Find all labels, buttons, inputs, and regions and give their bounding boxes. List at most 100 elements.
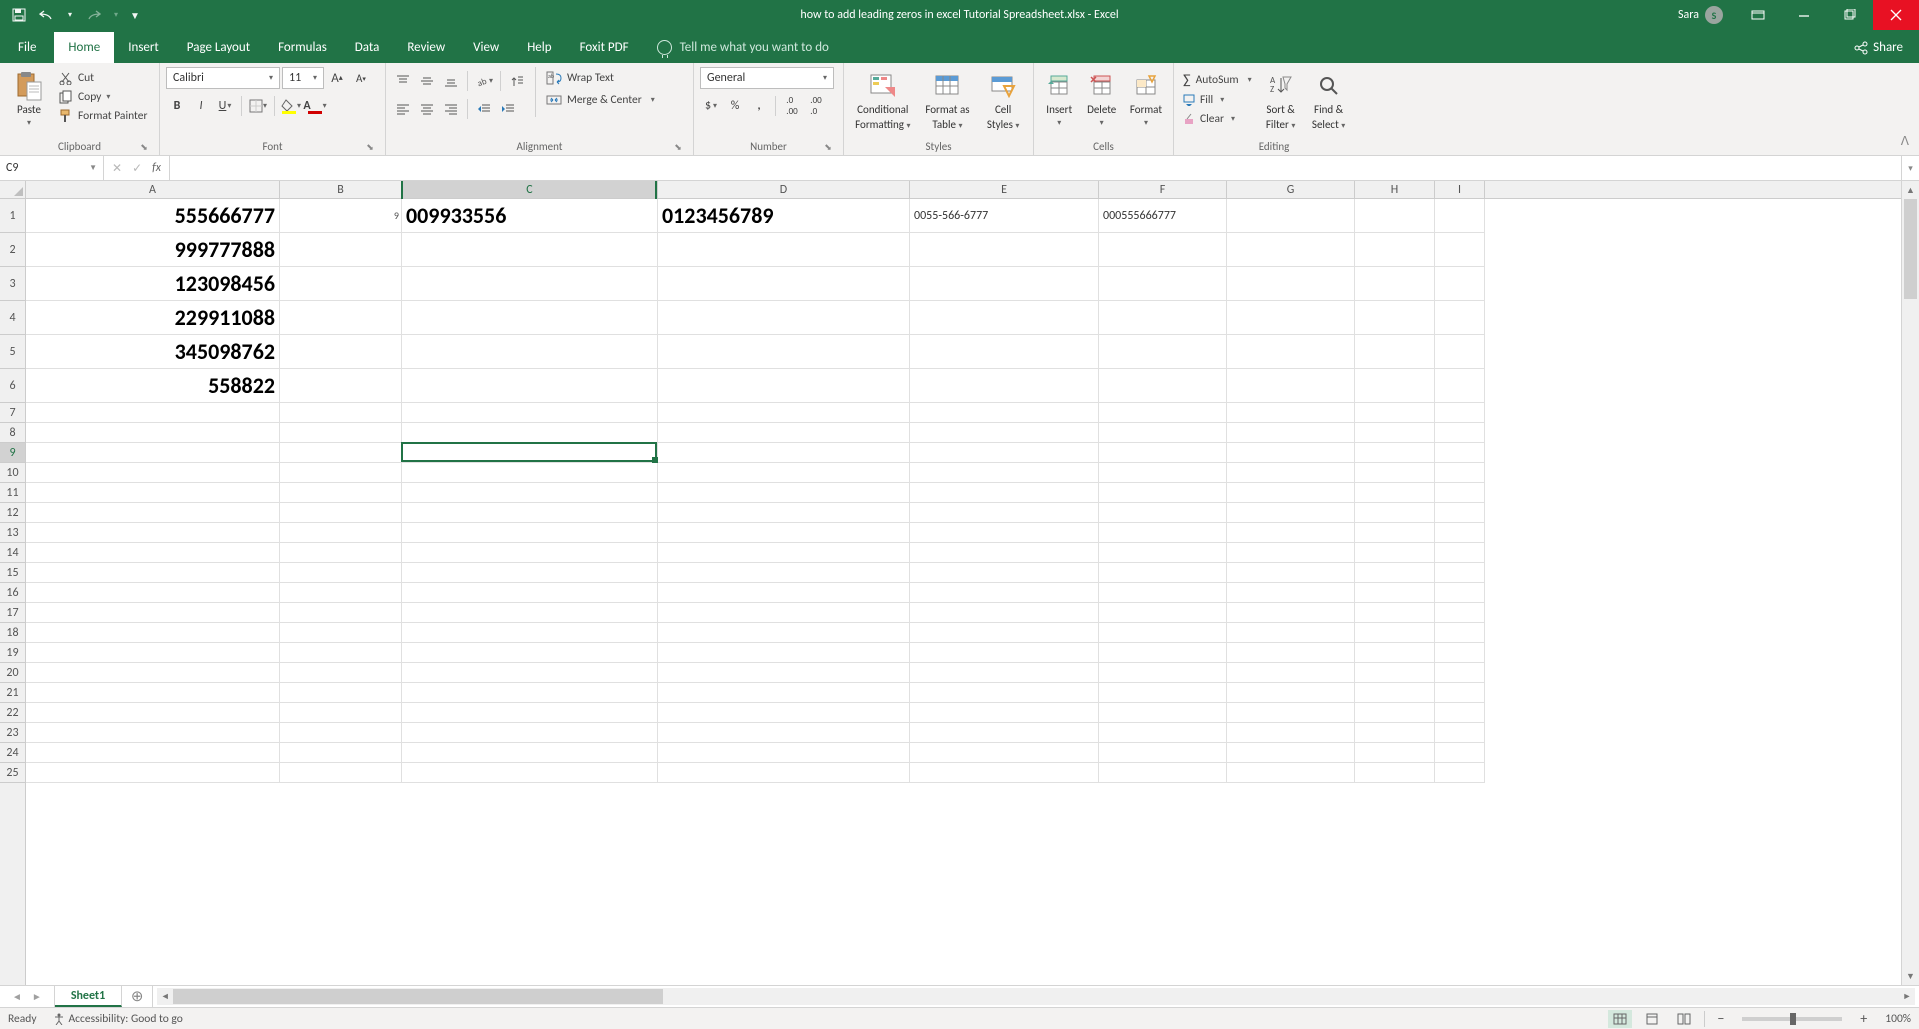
cell-C25[interactable] — [402, 763, 658, 783]
cell-B7[interactable] — [280, 403, 402, 423]
cell-A4[interactable]: 229911088 — [26, 301, 280, 335]
cell-G11[interactable] — [1227, 483, 1355, 503]
cell-D25[interactable] — [658, 763, 910, 783]
cell-A2[interactable]: 999777888 — [26, 233, 280, 267]
orientation-icon[interactable]: ab▾ — [473, 70, 495, 92]
wrap-text-button[interactable]: abWrap Text — [543, 70, 658, 86]
cell-C7[interactable] — [402, 403, 658, 423]
cell-I6[interactable] — [1435, 369, 1485, 403]
fx-icon[interactable]: fx — [152, 161, 161, 175]
hscroll-thumb[interactable] — [173, 989, 663, 1004]
cell-G8[interactable] — [1227, 423, 1355, 443]
row-header-23[interactable]: 23 — [0, 723, 25, 743]
cell-E15[interactable] — [910, 563, 1099, 583]
cell-D17[interactable] — [658, 603, 910, 623]
col-header-C[interactable]: C — [402, 181, 658, 198]
cell-E20[interactable] — [910, 663, 1099, 683]
redo-caret-icon[interactable]: ▾ — [112, 6, 120, 24]
cell-D6[interactable] — [658, 369, 910, 403]
cell-B5[interactable] — [280, 335, 402, 369]
cell-F25[interactable] — [1099, 763, 1227, 783]
tab-file[interactable]: File — [0, 32, 54, 63]
cell-H25[interactable] — [1355, 763, 1435, 783]
cell-G5[interactable] — [1227, 335, 1355, 369]
cell-F22[interactable] — [1099, 703, 1227, 723]
cell-E5[interactable] — [910, 335, 1099, 369]
cell-C9[interactable] — [402, 443, 658, 463]
cell-H22[interactable] — [1355, 703, 1435, 723]
scroll-left-icon[interactable]: ◄ — [157, 991, 173, 1002]
cell-F20[interactable] — [1099, 663, 1227, 683]
cell-I4[interactable] — [1435, 301, 1485, 335]
row-header-17[interactable]: 17 — [0, 603, 25, 623]
cell-H23[interactable] — [1355, 723, 1435, 743]
cell-D12[interactable] — [658, 503, 910, 523]
cell-C13[interactable] — [402, 523, 658, 543]
horizontal-scrollbar[interactable]: ◄ ► — [157, 988, 1915, 1005]
cell-B15[interactable] — [280, 563, 402, 583]
page-break-view-icon[interactable] — [1672, 1010, 1696, 1028]
row-header-21[interactable]: 21 — [0, 683, 25, 703]
cell-B2[interactable] — [280, 233, 402, 267]
find-select-button[interactable]: Find &Select ▾ — [1307, 67, 1351, 131]
cell-A1[interactable]: 555666777 — [26, 199, 280, 233]
enter-formula-icon[interactable]: ✓ — [132, 161, 142, 176]
cell-G3[interactable] — [1227, 267, 1355, 301]
cell-G1[interactable] — [1227, 199, 1355, 233]
cell-E11[interactable] — [910, 483, 1099, 503]
row-header-13[interactable]: 13 — [0, 523, 25, 543]
cell-A3[interactable]: 123098456 — [26, 267, 280, 301]
format-cells-button[interactable]: Format▾ — [1125, 67, 1167, 128]
align-left-icon[interactable] — [392, 98, 414, 120]
undo-icon[interactable] — [38, 6, 56, 24]
row-header-11[interactable]: 11 — [0, 483, 25, 503]
cell-C2[interactable] — [402, 233, 658, 267]
cell-I17[interactable] — [1435, 603, 1485, 623]
conditional-formatting-button[interactable]: ConditionalFormatting ▾ — [850, 67, 916, 131]
cell-I24[interactable] — [1435, 743, 1485, 763]
cell-F21[interactable] — [1099, 683, 1227, 703]
cell-H1[interactable] — [1355, 199, 1435, 233]
cell-B21[interactable] — [280, 683, 402, 703]
ltr-icon[interactable] — [506, 70, 528, 92]
cell-F2[interactable] — [1099, 233, 1227, 267]
cell-F12[interactable] — [1099, 503, 1227, 523]
cell-C11[interactable] — [402, 483, 658, 503]
row-header-18[interactable]: 18 — [0, 623, 25, 643]
cell-A7[interactable] — [26, 403, 280, 423]
cell-F10[interactable] — [1099, 463, 1227, 483]
cell-A25[interactable] — [26, 763, 280, 783]
cell-E1[interactable]: 0055-566-6777 — [910, 199, 1099, 233]
tab-home[interactable]: Home — [54, 32, 114, 63]
row-header-16[interactable]: 16 — [0, 583, 25, 603]
collapse-ribbon-icon[interactable]: ᐱ — [1901, 135, 1909, 149]
tab-foxit-pdf[interactable]: Foxit PDF — [566, 32, 643, 63]
undo-caret-icon[interactable]: ▾ — [66, 6, 74, 24]
cell-F6[interactable] — [1099, 369, 1227, 403]
insert-cells-button[interactable]: Insert▾ — [1040, 67, 1078, 128]
normal-view-icon[interactable] — [1608, 1010, 1632, 1028]
cell-G14[interactable] — [1227, 543, 1355, 563]
number-format-combo[interactable]: General▾ — [700, 67, 834, 89]
cell-B6[interactable] — [280, 369, 402, 403]
zoom-out-button[interactable]: − — [1713, 1010, 1728, 1027]
cell-H14[interactable] — [1355, 543, 1435, 563]
decrease-indent-icon[interactable] — [473, 98, 495, 120]
cell-E6[interactable] — [910, 369, 1099, 403]
row-header-10[interactable]: 10 — [0, 463, 25, 483]
cell-D10[interactable] — [658, 463, 910, 483]
cell-B12[interactable] — [280, 503, 402, 523]
cell-C8[interactable] — [402, 423, 658, 443]
cell-F11[interactable] — [1099, 483, 1227, 503]
row-header-6[interactable]: 6 — [0, 369, 25, 403]
expand-formula-bar-icon[interactable]: ▾ — [1901, 156, 1919, 180]
cell-I8[interactable] — [1435, 423, 1485, 443]
cell-D15[interactable] — [658, 563, 910, 583]
row-header-7[interactable]: 7 — [0, 403, 25, 423]
autosum-button[interactable]: ∑AutoSum▾ — [1180, 70, 1255, 89]
cell-G22[interactable] — [1227, 703, 1355, 723]
minimize-button[interactable] — [1781, 0, 1827, 30]
accessibility-status[interactable]: Accessibility: Good to go — [53, 1012, 183, 1026]
cell-A24[interactable] — [26, 743, 280, 763]
cell-B20[interactable] — [280, 663, 402, 683]
